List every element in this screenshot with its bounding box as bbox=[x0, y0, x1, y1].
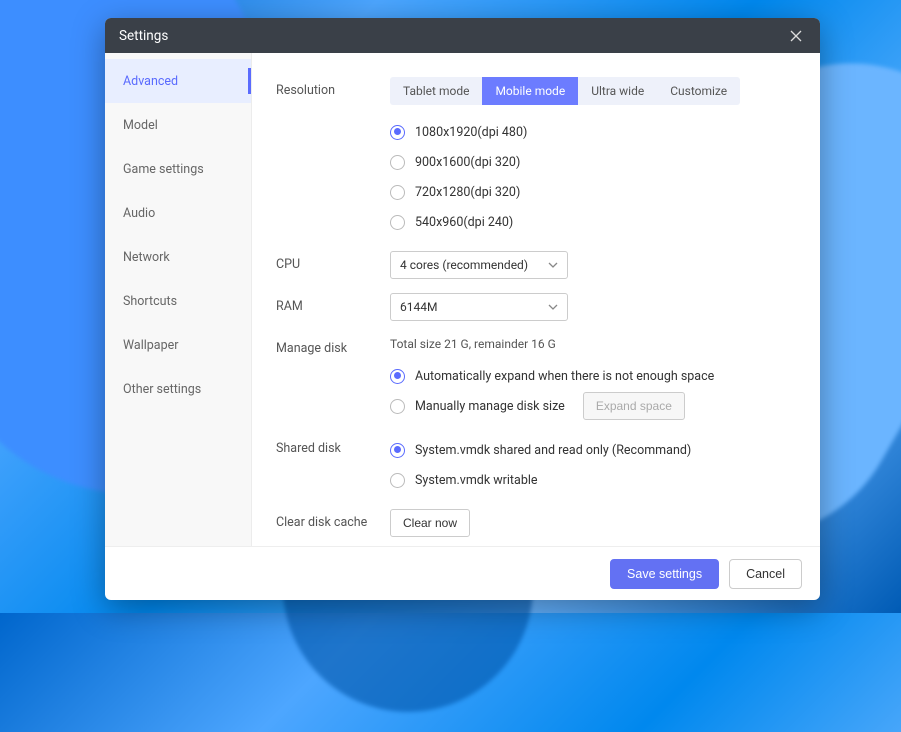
resolution-option[interactable]: 1080x1920(dpi 480) bbox=[390, 117, 796, 147]
shared-option[interactable]: System.vmdk shared and read only (Recomm… bbox=[390, 435, 796, 465]
mode-tablet[interactable]: Tablet mode bbox=[390, 77, 482, 105]
clear-now-button[interactable]: Clear now bbox=[390, 509, 470, 537]
mode-label: Customize bbox=[670, 84, 727, 98]
sidebar-item-network[interactable]: Network bbox=[105, 235, 251, 279]
sidebar-item-game-settings[interactable]: Game settings bbox=[105, 147, 251, 191]
cpu-select-value: 4 cores (recommended) bbox=[400, 258, 528, 272]
disk-option-auto[interactable]: Automatically expand when there is not e… bbox=[390, 361, 796, 391]
radio-label: 720x1280(dpi 320) bbox=[415, 185, 520, 200]
main-panel: Resolution Tablet mode Mobile mode Ultra… bbox=[252, 53, 820, 546]
radio-icon bbox=[390, 369, 405, 384]
mode-label: Tablet mode bbox=[403, 84, 469, 98]
cpu-select[interactable]: 4 cores (recommended) bbox=[390, 251, 568, 279]
sidebar-item-label: Other settings bbox=[123, 382, 201, 397]
button-label: Save settings bbox=[627, 567, 702, 581]
sidebar-item-model[interactable]: Model bbox=[105, 103, 251, 147]
sidebar-item-label: Game settings bbox=[123, 162, 204, 177]
radio-icon bbox=[390, 473, 405, 488]
radio-label: Automatically expand when there is not e… bbox=[415, 369, 714, 384]
ram-label: RAM bbox=[276, 293, 390, 314]
resolution-content: Tablet mode Mobile mode Ultra wide Custo… bbox=[390, 77, 796, 237]
disk-row: Manage disk Total size 21 G, remainder 1… bbox=[276, 335, 796, 421]
button-label: Expand space bbox=[596, 399, 672, 413]
radio-label: 540x960(dpi 240) bbox=[415, 215, 513, 230]
sidebar: Advanced Model Game settings Audio Netwo… bbox=[105, 53, 252, 546]
shared-option[interactable]: System.vmdk writable bbox=[390, 465, 796, 495]
shared-row: Shared disk System.vmdk shared and read … bbox=[276, 435, 796, 495]
radio-icon bbox=[390, 155, 405, 170]
titlebar: Settings bbox=[105, 18, 820, 53]
expand-space-button[interactable]: Expand space bbox=[583, 392, 685, 420]
radio-icon bbox=[390, 215, 405, 230]
resolution-option[interactable]: 720x1280(dpi 320) bbox=[390, 177, 796, 207]
titlebar-title: Settings bbox=[119, 28, 168, 44]
resolution-label: Resolution bbox=[276, 77, 390, 98]
sidebar-item-audio[interactable]: Audio bbox=[105, 191, 251, 235]
sidebar-item-label: Network bbox=[123, 250, 170, 265]
cancel-button[interactable]: Cancel bbox=[729, 559, 802, 589]
sidebar-item-label: Model bbox=[123, 118, 158, 133]
disk-label: Manage disk bbox=[276, 335, 390, 356]
resolution-option[interactable]: 900x1600(dpi 320) bbox=[390, 147, 796, 177]
mode-ultrawide[interactable]: Ultra wide bbox=[578, 77, 657, 105]
button-label: Clear now bbox=[403, 516, 457, 530]
cpu-content: 4 cores (recommended) bbox=[390, 251, 796, 279]
cache-content: Clear now bbox=[390, 509, 796, 537]
close-icon bbox=[790, 30, 802, 42]
close-button[interactable] bbox=[784, 24, 808, 48]
radio-icon bbox=[390, 185, 405, 200]
mode-mobile[interactable]: Mobile mode bbox=[482, 77, 578, 105]
disk-option-manual[interactable]: Manually manage disk size bbox=[390, 399, 565, 414]
radio-label: Manually manage disk size bbox=[415, 399, 565, 414]
radio-label: System.vmdk shared and read only (Recomm… bbox=[415, 443, 691, 458]
mode-label: Mobile mode bbox=[495, 84, 565, 98]
sidebar-item-label: Wallpaper bbox=[123, 338, 178, 353]
shared-content: System.vmdk shared and read only (Recomm… bbox=[390, 435, 796, 495]
resolution-option[interactable]: 540x960(dpi 240) bbox=[390, 207, 796, 237]
mode-label: Ultra wide bbox=[591, 84, 644, 98]
sidebar-item-wallpaper[interactable]: Wallpaper bbox=[105, 323, 251, 367]
mode-customize[interactable]: Customize bbox=[657, 77, 740, 105]
radio-icon bbox=[390, 399, 405, 414]
cache-label: Clear disk cache bbox=[276, 509, 390, 530]
shared-label: Shared disk bbox=[276, 435, 390, 456]
dialog-footer: Save settings Cancel bbox=[105, 546, 820, 600]
sidebar-item-label: Shortcuts bbox=[123, 294, 177, 309]
chevron-down-icon bbox=[548, 302, 558, 312]
button-label: Cancel bbox=[746, 567, 785, 581]
sidebar-item-label: Advanced bbox=[123, 74, 178, 89]
sidebar-item-label: Audio bbox=[123, 206, 155, 221]
ram-select[interactable]: 6144M bbox=[390, 293, 568, 321]
ram-content: 6144M bbox=[390, 293, 796, 321]
save-button[interactable]: Save settings bbox=[610, 559, 719, 589]
resolution-mode-segmented: Tablet mode Mobile mode Ultra wide Custo… bbox=[390, 77, 740, 105]
radio-icon bbox=[390, 125, 405, 140]
settings-dialog: Settings Advanced Model Game settings Au… bbox=[105, 18, 820, 600]
resolution-row: Resolution Tablet mode Mobile mode Ultra… bbox=[276, 77, 796, 237]
ram-row: RAM 6144M bbox=[276, 293, 796, 321]
sidebar-item-shortcuts[interactable]: Shortcuts bbox=[105, 279, 251, 323]
sidebar-item-advanced[interactable]: Advanced bbox=[105, 59, 251, 103]
radio-icon bbox=[390, 443, 405, 458]
radio-label: 900x1600(dpi 320) bbox=[415, 155, 520, 170]
cpu-label: CPU bbox=[276, 251, 390, 272]
disk-info: Total size 21 G, remainder 16 G bbox=[390, 335, 796, 351]
disk-option-manual-row: Manually manage disk size Expand space bbox=[390, 391, 796, 421]
disk-content: Total size 21 G, remainder 16 G Automati… bbox=[390, 335, 796, 421]
content-area: Advanced Model Game settings Audio Netwo… bbox=[105, 53, 820, 546]
cpu-row: CPU 4 cores (recommended) bbox=[276, 251, 796, 279]
radio-label: System.vmdk writable bbox=[415, 473, 538, 488]
radio-label: 1080x1920(dpi 480) bbox=[415, 125, 527, 140]
ram-select-value: 6144M bbox=[400, 300, 437, 314]
cache-row: Clear disk cache Clear now bbox=[276, 509, 796, 537]
sidebar-item-other-settings[interactable]: Other settings bbox=[105, 367, 251, 411]
chevron-down-icon bbox=[548, 260, 558, 270]
